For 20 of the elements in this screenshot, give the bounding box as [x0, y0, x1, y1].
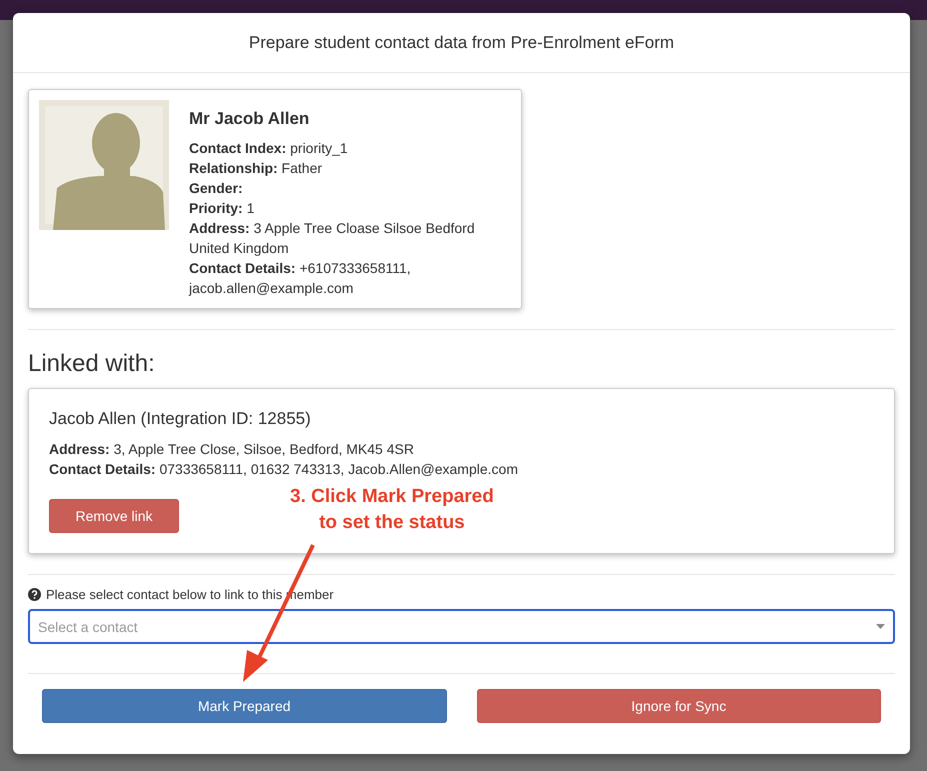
detail-text: Address: 3 Apple Tree Cloase Silsoe Bedford United Kingdom — [189, 219, 476, 258]
help-icon — [28, 588, 41, 601]
ignore-button[interactable]: Ignore for Sync — [476, 689, 881, 723]
detail-text: Relationship: Father — [189, 159, 324, 178]
linked-title: Jacob Allen (Integration ID: 12855) — [49, 409, 312, 429]
detail-text: Address: 3, Apple Tree Close, Silsoe, Bedford, MK45 4SR — [49, 440, 415, 459]
annotation-text: to set the status — [319, 511, 465, 535]
detail-text: Gender: — [189, 179, 244, 198]
caret-icon — [876, 624, 885, 629]
modal-title: Prepare student contact data from Pre-Enrolment eForm — [248, 32, 674, 52]
detail-text: Contact Details: +6107333658111, jacob.allen@example.com — [189, 259, 412, 298]
mark-prepared-button[interactable]: Mark Prepared — [42, 689, 446, 723]
contact-name: Mr Jacob Allen — [189, 109, 310, 129]
remove-link-button[interactable]: Remove link — [49, 499, 179, 533]
detail-text: Priority: 1 — [189, 199, 256, 218]
contact-select[interactable]: Select a contact — [28, 609, 895, 644]
section-heading: Linked with: — [28, 350, 156, 378]
detail-text: Contact Details: 07333658111, 01632 743313, Jacob.Allen@example.com — [49, 460, 519, 479]
detail-text: Contact Index: priority_1 — [189, 139, 349, 158]
annotation-text: 3. Click Mark Prepared — [290, 485, 494, 509]
